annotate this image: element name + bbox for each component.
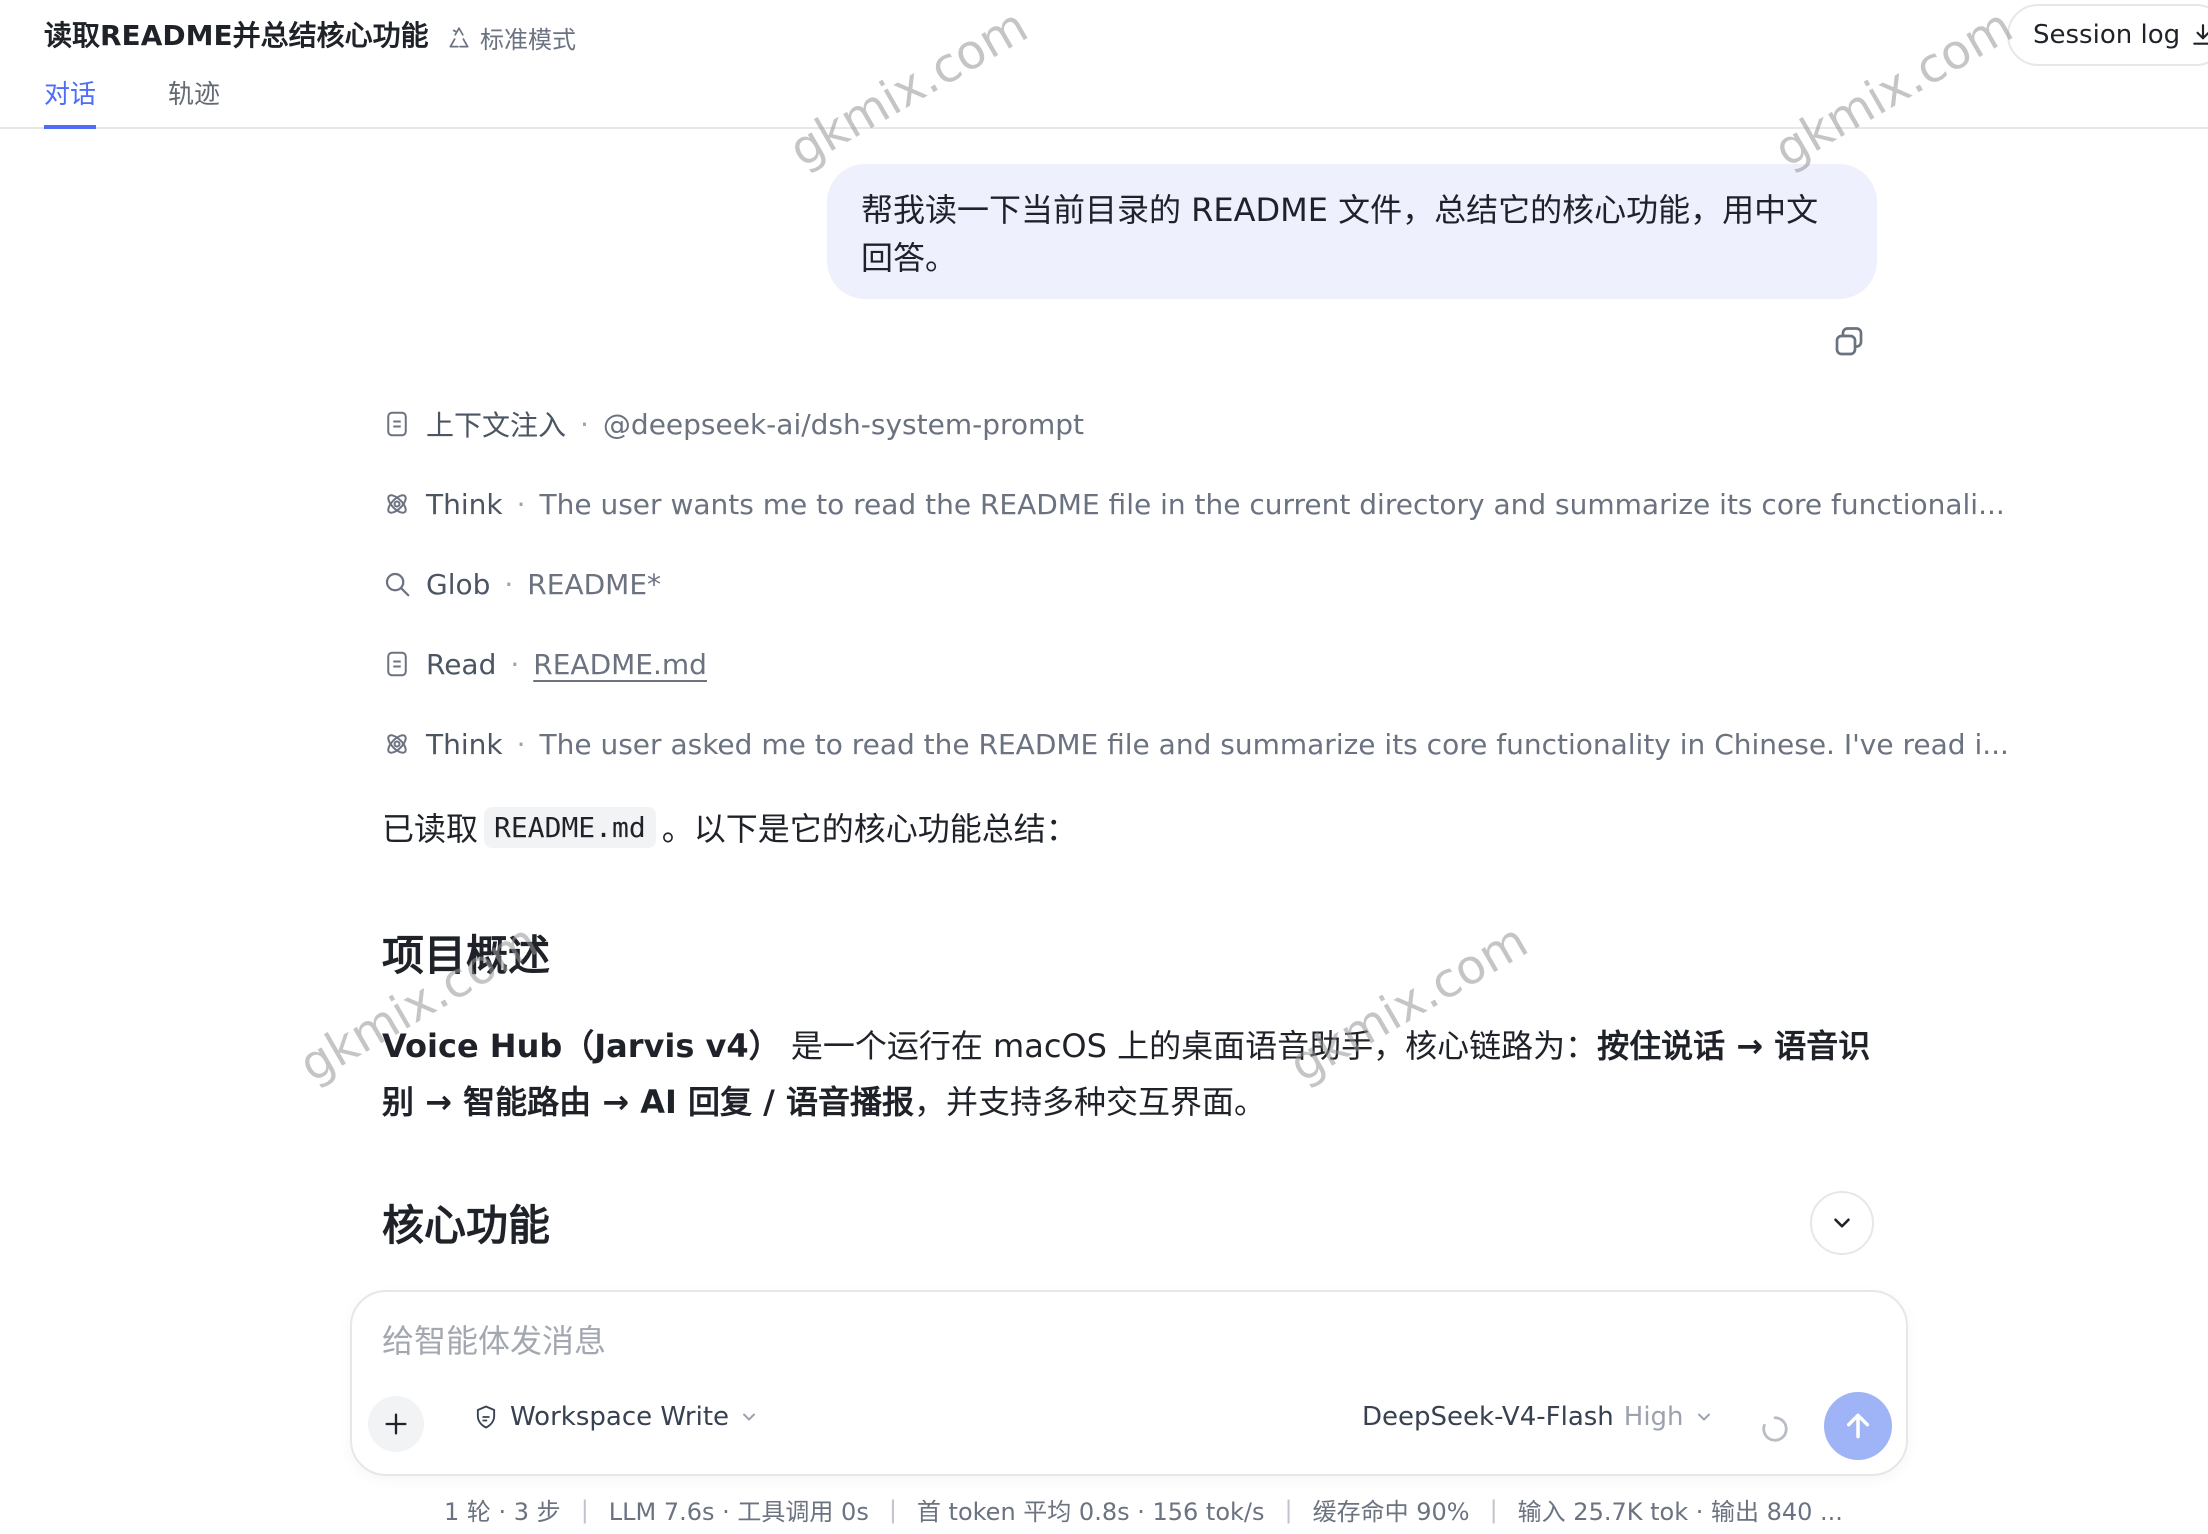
trace-name: 上下文注入 bbox=[426, 409, 567, 442]
document-icon bbox=[387, 651, 407, 677]
think-icon bbox=[387, 734, 407, 754]
tab-chat[interactable]: 对话 bbox=[44, 74, 97, 129]
header: 读取README并总结核心功能 标准模式 对话 轨迹 Session log bbox=[0, 0, 2208, 129]
trace-item-read[interactable]: Read · README.md bbox=[382, 644, 707, 684]
think-icon bbox=[387, 494, 407, 514]
trace-item-think-1[interactable]: Think · The user wants me to read the RE… bbox=[382, 484, 2005, 524]
project-name: Voice Hub（Jarvis v4） bbox=[382, 1027, 781, 1065]
stat-llm-time: LLM 7.6s · 工具调用 0s bbox=[608, 1498, 869, 1526]
intro-suffix: 。以下是它的核心功能总结： bbox=[661, 810, 1078, 848]
trace-name: Think bbox=[426, 487, 503, 521]
inline-code: README.md bbox=[484, 806, 656, 848]
chat-page: 读取README并总结核心功能 标准模式 对话 轨迹 Session log 帮… bbox=[0, 0, 2208, 1534]
document-icon bbox=[387, 411, 407, 437]
send-button[interactable] bbox=[1824, 1392, 1892, 1460]
trace-name: Think bbox=[426, 727, 503, 761]
model-level: High bbox=[1623, 1402, 1684, 1432]
recycle-icon bbox=[449, 26, 469, 48]
workspace-mode-selector[interactable]: Workspace Write bbox=[472, 1402, 759, 1432]
mode-indicator: 标准模式 bbox=[446, 20, 576, 55]
download-icon bbox=[2193, 24, 2208, 45]
loading-spinner-icon bbox=[1762, 1416, 1788, 1442]
model-selector[interactable]: DeepSeek-V4-Flash High bbox=[1362, 1402, 1714, 1432]
overview-paragraph: Voice Hub（Jarvis v4） 是一个运行在 macOS 上的桌面语音… bbox=[382, 1027, 1871, 1121]
trace-name: Read bbox=[426, 647, 497, 681]
answer-intro: 已读取 README.md 。以下是它的核心功能总结： bbox=[382, 804, 1078, 850]
intro-prefix: 已读取 bbox=[382, 810, 479, 848]
trace-item-glob[interactable]: Glob · README* bbox=[382, 564, 661, 604]
page-title: 读取README并总结核心功能 bbox=[44, 19, 429, 52]
stat-rounds: 1 轮 · 3 步 bbox=[444, 1498, 561, 1526]
section-heading-features: 核心功能 bbox=[382, 1201, 551, 1250]
message-composer: Workspace Write DeepSeek-V4-Flash High bbox=[350, 1290, 1908, 1476]
search-icon bbox=[385, 572, 410, 597]
trace-name: Glob bbox=[426, 567, 491, 601]
message-input[interactable] bbox=[382, 1322, 1782, 1360]
copy-icon[interactable] bbox=[1831, 324, 1867, 360]
stat-tokens: 输入 25.7K tok · 输出 840 ... bbox=[1517, 1498, 1843, 1526]
trace-item-think-2[interactable]: Think · The user asked me to read the RE… bbox=[382, 724, 2009, 764]
chevron-down-icon bbox=[1834, 1218, 1850, 1228]
session-stats: 1 轮 · 3 步 | LLM 7.6s · 工具调用 0s | 首 token… bbox=[444, 1492, 1843, 1527]
trace-detail: The user asked me to read the README fil… bbox=[539, 727, 2009, 761]
arrow-up-icon bbox=[1846, 1413, 1870, 1439]
trace-detail: README* bbox=[527, 567, 662, 601]
chevron-down-icon bbox=[1697, 1413, 1710, 1421]
stat-first-token: 首 token 平均 0.8s · 156 tok/s bbox=[916, 1498, 1265, 1526]
trace-detail: @deepseek-ai/dsh-system-prompt bbox=[602, 407, 1085, 441]
section-heading-overview: 项目概述 bbox=[382, 931, 551, 980]
user-message-bubble: 帮我读一下当前目录的 README 文件，总结它的核心功能，用中文回答。 bbox=[827, 164, 1877, 299]
tab-trajectory[interactable]: 轨迹 bbox=[168, 74, 220, 125]
model-name: DeepSeek-V4-Flash bbox=[1362, 1402, 1614, 1432]
session-log-label: Session log bbox=[2033, 20, 2181, 50]
plus-icon bbox=[385, 1413, 407, 1435]
workspace-mode-label: Workspace Write bbox=[510, 1402, 730, 1432]
readme-link[interactable]: README.md bbox=[533, 648, 707, 681]
session-log-button[interactable]: Session log bbox=[2007, 4, 2208, 66]
trace-item-context[interactable]: 上下文注入 · @deepseek-ai/dsh-system-prompt bbox=[382, 404, 1084, 444]
add-attachment-button[interactable] bbox=[368, 1396, 424, 1452]
mode-label: 标准模式 bbox=[480, 26, 576, 54]
shield-edit-icon bbox=[476, 1405, 496, 1429]
chevron-down-icon bbox=[743, 1413, 756, 1421]
scroll-down-button[interactable] bbox=[1810, 1191, 1874, 1255]
trace-detail: The user wants me to read the README fil… bbox=[539, 487, 2005, 521]
stat-cache-hit: 缓存命中 90% bbox=[1312, 1498, 1470, 1526]
